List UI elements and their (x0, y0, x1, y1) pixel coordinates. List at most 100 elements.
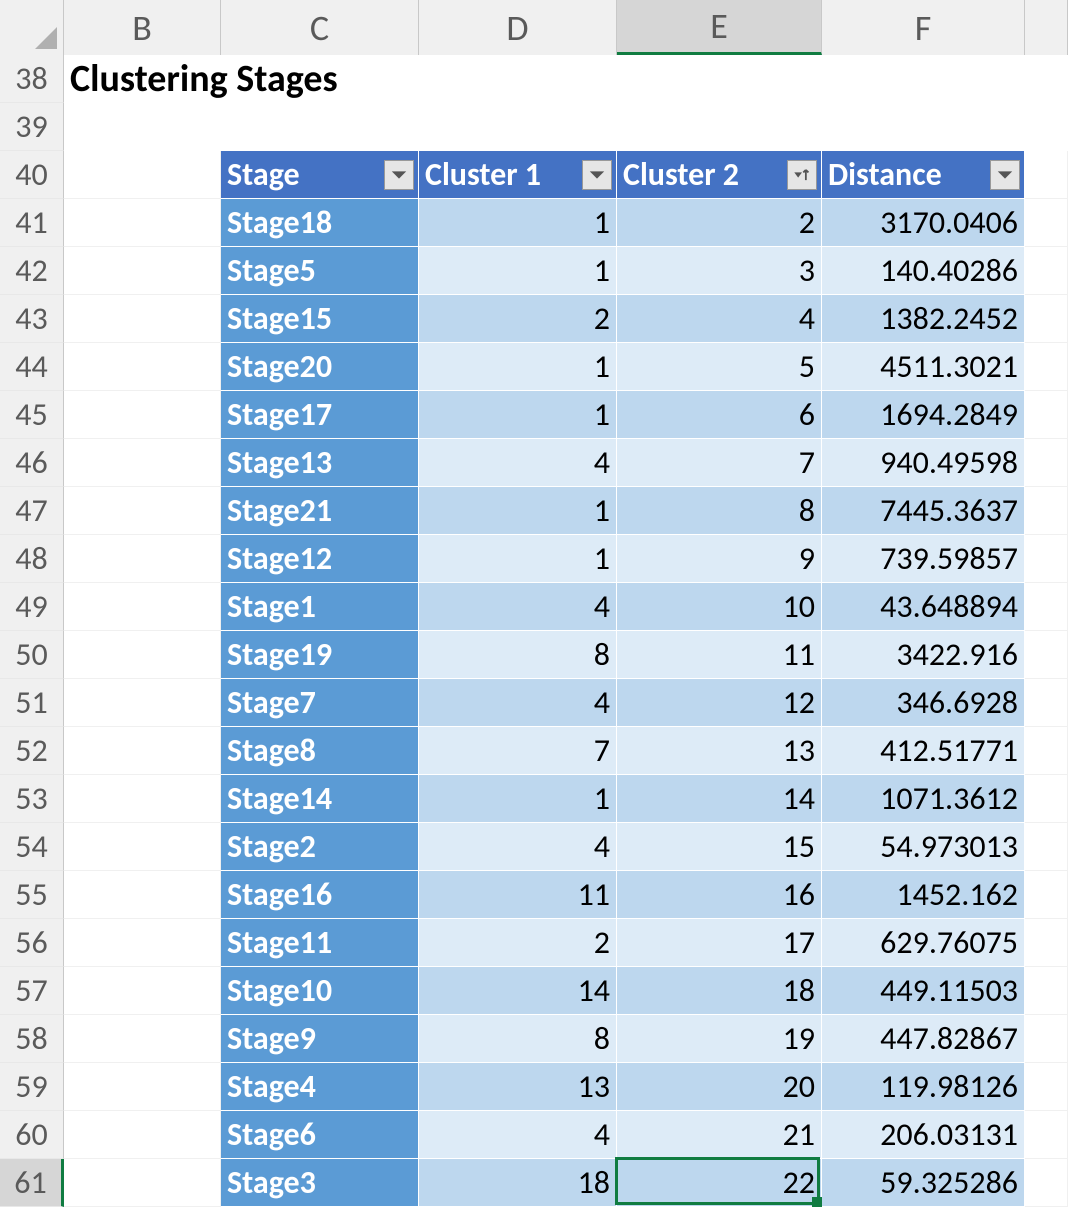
cell-G53[interactable] (1025, 775, 1068, 823)
cluster2-cell[interactable]: 8 (617, 487, 822, 535)
cell-G40[interactable] (1025, 151, 1068, 199)
stage-cell[interactable]: Stage19 (221, 631, 419, 679)
distance-cell[interactable]: 140.40286 (822, 247, 1025, 295)
row-header-40[interactable]: 40 (0, 151, 64, 199)
row-header-48[interactable]: 48 (0, 535, 64, 583)
distance-cell[interactable]: 7445.3637 (822, 487, 1025, 535)
stage-cell[interactable]: Stage2 (221, 823, 419, 871)
stage-cell[interactable]: Stage17 (221, 391, 419, 439)
stage-cell[interactable]: Stage20 (221, 343, 419, 391)
col-header-F[interactable]: F (822, 0, 1025, 55)
cell-G49[interactable] (1025, 583, 1068, 631)
distance-cell[interactable]: 3170.0406 (822, 199, 1025, 247)
table-header-cluster2[interactable]: Cluster 2 (617, 151, 822, 199)
cluster1-cell[interactable]: 14 (419, 967, 617, 1015)
cluster1-cell[interactable]: 2 (419, 295, 617, 343)
col-header-E[interactable]: E (617, 0, 822, 55)
cluster2-cell[interactable]: 11 (617, 631, 822, 679)
cluster2-cell[interactable]: 10 (617, 583, 822, 631)
cell-B58[interactable] (64, 1015, 221, 1063)
cell-G59[interactable] (1025, 1063, 1068, 1111)
cluster1-cell[interactable]: 4 (419, 1111, 617, 1159)
row-header-39[interactable]: 39 (0, 103, 64, 151)
sort-asc-icon[interactable] (787, 160, 817, 190)
cluster2-cell[interactable]: 2 (617, 199, 822, 247)
cluster1-cell[interactable]: 8 (419, 1015, 617, 1063)
cell-G58[interactable] (1025, 1015, 1068, 1063)
cell-B57[interactable] (64, 967, 221, 1015)
stage-cell[interactable]: Stage11 (221, 919, 419, 967)
cluster1-cell[interactable]: 4 (419, 679, 617, 727)
cell-G50[interactable] (1025, 631, 1068, 679)
stage-cell[interactable]: Stage4 (221, 1063, 419, 1111)
cluster1-cell[interactable]: 1 (419, 343, 617, 391)
cluster2-cell[interactable]: 7 (617, 439, 822, 487)
row-header-57[interactable]: 57 (0, 967, 64, 1015)
cell-G47[interactable] (1025, 487, 1068, 535)
row-header-41[interactable]: 41 (0, 199, 64, 247)
cluster2-cell[interactable]: 13 (617, 727, 822, 775)
distance-cell[interactable]: 43.648894 (822, 583, 1025, 631)
stage-cell[interactable]: Stage5 (221, 247, 419, 295)
row-header-49[interactable]: 49 (0, 583, 64, 631)
cell-B43[interactable] (64, 295, 221, 343)
cell-B60[interactable] (64, 1111, 221, 1159)
cell-B52[interactable] (64, 727, 221, 775)
distance-cell[interactable]: 447.82867 (822, 1015, 1025, 1063)
cell-G43[interactable] (1025, 295, 1068, 343)
row-header-45[interactable]: 45 (0, 391, 64, 439)
col-header-G-partial[interactable] (1025, 0, 1068, 55)
cluster2-cell[interactable]: 19 (617, 1015, 822, 1063)
distance-cell[interactable]: 629.76075 (822, 919, 1025, 967)
cell-G42[interactable] (1025, 247, 1068, 295)
cell-B50[interactable] (64, 631, 221, 679)
cell-B41[interactable] (64, 199, 221, 247)
row-header-56[interactable]: 56 (0, 919, 64, 967)
cluster2-cell[interactable]: 3 (617, 247, 822, 295)
distance-cell[interactable]: 119.98126 (822, 1063, 1025, 1111)
cell-G52[interactable] (1025, 727, 1068, 775)
row-header-54[interactable]: 54 (0, 823, 64, 871)
cell-B44[interactable] (64, 343, 221, 391)
row-header-60[interactable]: 60 (0, 1111, 64, 1159)
distance-cell[interactable]: 412.51771 (822, 727, 1025, 775)
stage-cell[interactable]: Stage18 (221, 199, 419, 247)
row-header-52[interactable]: 52 (0, 727, 64, 775)
row-header-38[interactable]: 38 (0, 55, 64, 103)
cell-G54[interactable] (1025, 823, 1068, 871)
cell-G56[interactable] (1025, 919, 1068, 967)
row-header-55[interactable]: 55 (0, 871, 64, 919)
row-header-44[interactable]: 44 (0, 343, 64, 391)
distance-cell[interactable]: 1694.2849 (822, 391, 1025, 439)
cell-B48[interactable] (64, 535, 221, 583)
cluster2-cell[interactable]: 21 (617, 1111, 822, 1159)
cell-B56[interactable] (64, 919, 221, 967)
cluster1-cell[interactable]: 1 (419, 535, 617, 583)
cell-B55[interactable] (64, 871, 221, 919)
cell-B59[interactable] (64, 1063, 221, 1111)
filter-dropdown-icon[interactable] (384, 160, 414, 190)
cluster2-cell[interactable]: 15 (617, 823, 822, 871)
row-header-51[interactable]: 51 (0, 679, 64, 727)
cell-G48[interactable] (1025, 535, 1068, 583)
cell-G44[interactable] (1025, 343, 1068, 391)
cluster1-cell[interactable]: 4 (419, 823, 617, 871)
cell-B40[interactable] (64, 151, 221, 199)
cluster1-cell[interactable]: 8 (419, 631, 617, 679)
cluster1-cell[interactable]: 1 (419, 199, 617, 247)
distance-cell[interactable]: 1382.2452 (822, 295, 1025, 343)
cell-B46[interactable] (64, 439, 221, 487)
cluster2-cell[interactable]: 6 (617, 391, 822, 439)
distance-cell[interactable]: 1452.162 (822, 871, 1025, 919)
cell-G45[interactable] (1025, 391, 1068, 439)
cell-G60[interactable] (1025, 1111, 1068, 1159)
distance-cell[interactable]: 449.11503 (822, 967, 1025, 1015)
row-header-43[interactable]: 43 (0, 295, 64, 343)
cell-G57[interactable] (1025, 967, 1068, 1015)
stage-cell[interactable]: Stage9 (221, 1015, 419, 1063)
cell-B53[interactable] (64, 775, 221, 823)
cluster1-cell[interactable]: 2 (419, 919, 617, 967)
cell-B47[interactable] (64, 487, 221, 535)
filter-dropdown-icon[interactable] (582, 160, 612, 190)
cluster2-cell[interactable]: 18 (617, 967, 822, 1015)
